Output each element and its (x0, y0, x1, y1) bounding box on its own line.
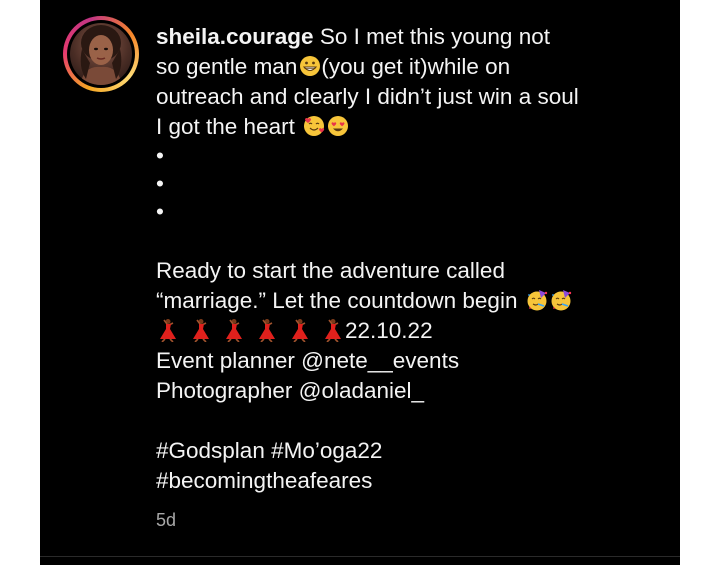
photographer-label: Photographer (156, 378, 293, 403)
story-ring[interactable] (63, 16, 139, 92)
caption-text: “marriage.” Let the countdown begin (156, 288, 518, 313)
bullet-point: • (156, 199, 164, 224)
avatar[interactable] (70, 23, 132, 85)
caption-text: so gentle man (156, 54, 298, 79)
avatar-portrait (80, 25, 122, 85)
event-planner-label: Event planner (156, 348, 295, 373)
caption-text: outreach and clearly I didn’t just win a… (156, 84, 579, 109)
partying-face-emoji-icon (551, 290, 571, 311)
bullet-point: • (156, 143, 164, 168)
caption-text: (you get it)while on (321, 54, 511, 79)
comment-panel: sheila.courage So I met this young not s… (40, 0, 680, 565)
countdown-date: 22.10.22 (345, 318, 433, 343)
dancing-woman-emoji-icon (226, 319, 242, 342)
hashtags-link[interactable]: #Godsplan #Mo’oga22 (156, 436, 666, 466)
post-timestamp: 5d (156, 510, 177, 530)
hashtag-link[interactable]: #becomingtheafeares (156, 466, 666, 496)
dancing-woman-emoji-icon (259, 319, 275, 342)
smiling-face-with-hearts-emoji-icon (304, 116, 325, 136)
photographer-mention-link[interactable]: @oladaniel_ (299, 378, 424, 403)
username-link[interactable]: sheila.courage (156, 24, 314, 49)
partying-face-emoji-icon (527, 290, 547, 311)
heart-eyes-emoji-icon (328, 116, 349, 136)
dancing-woman-emoji-icon (325, 319, 341, 342)
dancing-woman-emoji-icon (193, 319, 209, 342)
dancing-woman-emoji-icon (160, 319, 176, 342)
divider (40, 556, 680, 557)
grinning-face-emoji-icon (300, 56, 321, 76)
bullet-point: • (156, 171, 164, 196)
dancing-woman-emoji-icon (292, 319, 308, 342)
caption-text: I got the heart (156, 114, 295, 139)
event-planner-mention-link[interactable]: @nete__events (301, 348, 459, 373)
caption-text: Ready to start the adventure called (156, 258, 505, 283)
caption-text: So I met this young not (319, 24, 550, 49)
post-caption: sheila.courage So I met this young not s… (156, 22, 666, 496)
